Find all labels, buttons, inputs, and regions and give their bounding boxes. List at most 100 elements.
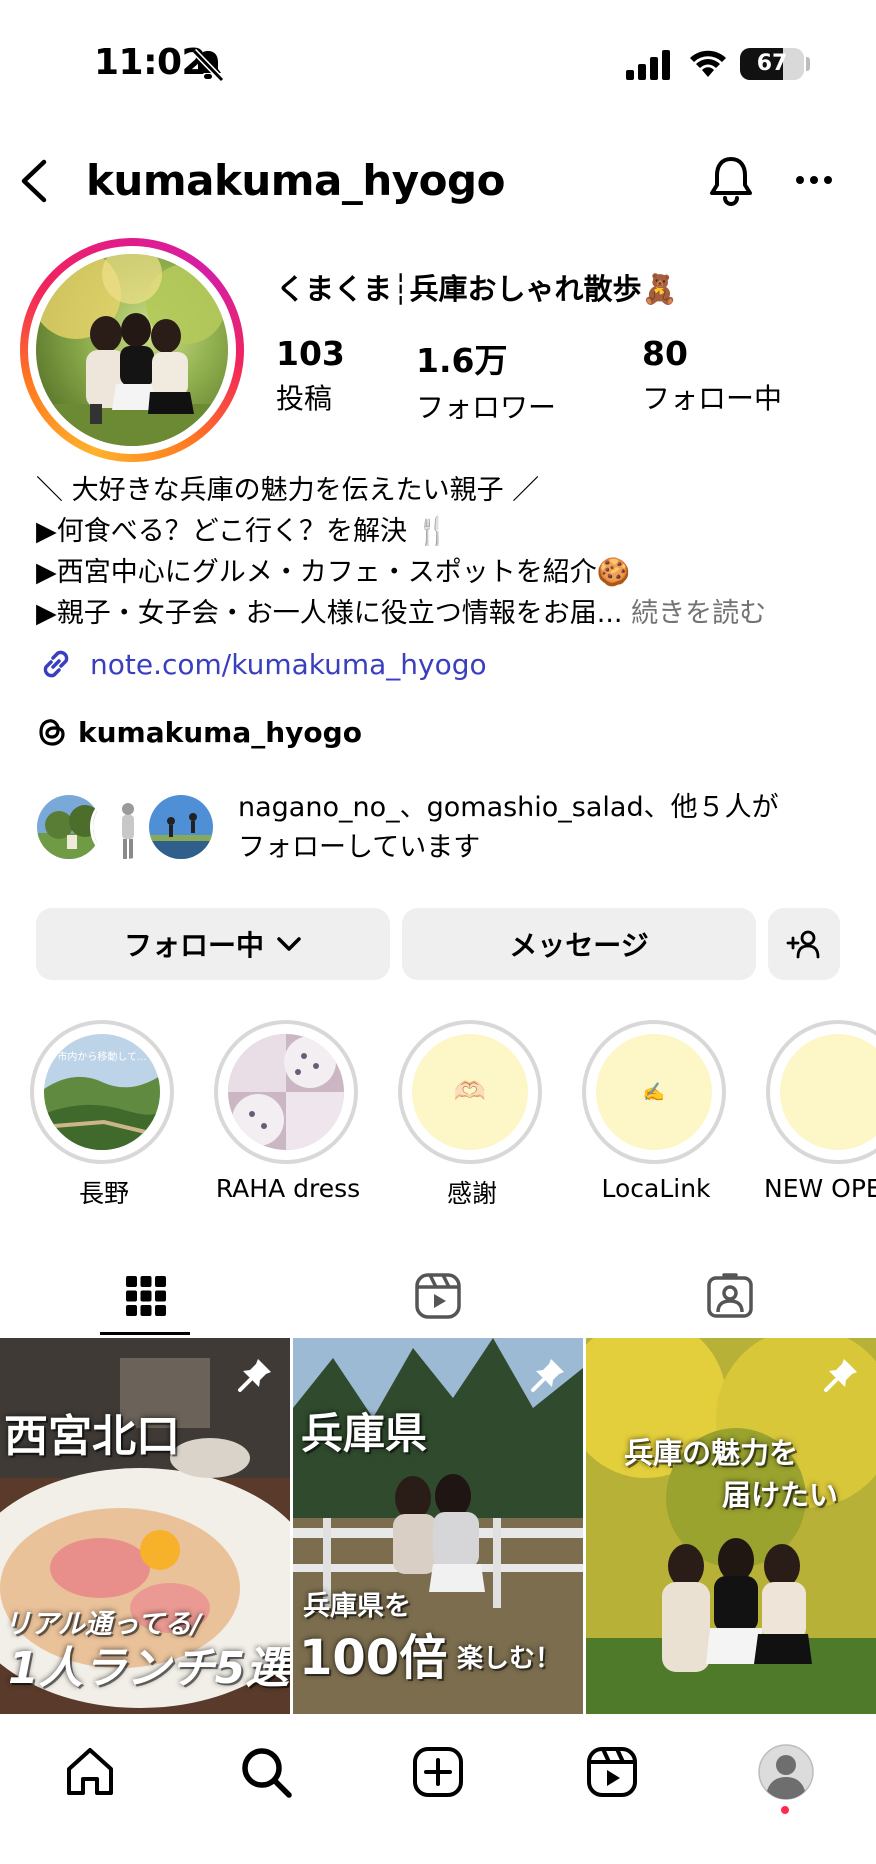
nav-reels[interactable] (582, 1742, 642, 1802)
bio-line: ＼ 大好きな兵庫の魅力を伝えたい親子 ／ (36, 475, 540, 506)
threads-badge[interactable]: kumakuma_hyogo (36, 710, 362, 754)
post-image (586, 1338, 876, 1714)
reels-icon (415, 1273, 461, 1319)
mutual-followers-line1: nagano_no_、gomashio_salad、他５人が (238, 792, 779, 823)
profile-avatar-icon (758, 1744, 814, 1800)
stat-followers-label: フォロワー (416, 391, 557, 424)
stat-posts-label: 投稿 (276, 382, 333, 415)
profile-avatar[interactable] (20, 238, 244, 462)
bio-line: ▶︎西宮中心にグルメ・カフェ・スポットを紹介🍪 (36, 557, 631, 588)
pin-icon (238, 1359, 271, 1392)
avatar-photo (36, 254, 228, 446)
battery-percentage: 67 (756, 51, 788, 76)
highlight-cover: 🫶🏻 (412, 1034, 528, 1150)
tab-posts-grid[interactable] (0, 1256, 292, 1336)
battery-indicator: 67 (740, 48, 804, 80)
search-icon (242, 1748, 292, 1798)
mutual-followers-avatars[interactable] (34, 788, 224, 864)
stat-following-value: 80 (642, 334, 688, 373)
cellular-signal-icon (626, 50, 670, 80)
post-thumbnail[interactable]: 西宮北口 リアル通ってる/ 1人ランチ5選 (0, 1338, 290, 1714)
suggested-users-button[interactable] (768, 908, 840, 980)
read-more-link[interactable]: 続きを読む (631, 598, 766, 629)
highlight-item[interactable]: RAHA dress (214, 1020, 362, 1203)
stat-followers[interactable]: 1.6万 フォロワー (416, 334, 556, 426)
home-icon (67, 1748, 113, 1795)
post-thumbnail[interactable]: 兵庫の魅力を 届けたい (586, 1338, 876, 1714)
highlight-ring (214, 1020, 358, 1164)
pin-icon (824, 1359, 857, 1392)
pin-icon (531, 1359, 564, 1392)
highlight-ring (766, 1020, 876, 1164)
avatar-illustration (36, 254, 228, 446)
bio-line: ▶︎何食べる？どこ行く？を解決 🍴 (36, 516, 450, 547)
reels-icon (587, 1747, 637, 1797)
post-title-line1: 兵庫の魅力を (624, 1436, 799, 1470)
profile-bio: ＼ 大好きな兵庫の魅力を伝えたい親子 ／ ▶︎何食べる？どこ行く？を解決 🍴 ▶… (36, 470, 856, 634)
stat-posts-value: 103 (276, 334, 345, 373)
post-title: 兵庫県 (301, 1409, 428, 1458)
profile-link[interactable]: note.com/kumakuma_hyogo (36, 642, 487, 686)
highlight-cover (228, 1034, 344, 1150)
following-button-label: フォロー中 (123, 929, 264, 962)
post-title-line2: 届けたい (722, 1478, 839, 1512)
highlight-item[interactable]: 市内から移動して... 長野 (30, 1020, 178, 1208)
battery-cap (806, 57, 810, 71)
wifi-icon (690, 50, 726, 77)
post-headline: 1人ランチ5選 (8, 1643, 290, 1694)
message-button[interactable]: メッセージ (402, 908, 756, 980)
bio-line-text: ▶︎親子・女子会・お一人様に役立つ情報をお届... (36, 598, 623, 629)
highlight-label: LocaLink (601, 1174, 711, 1203)
highlight-cover-image: 市内から移動して... (44, 1034, 160, 1150)
more-options-icon[interactable] (792, 168, 836, 192)
add-person-icon (786, 930, 820, 959)
bell-icon[interactable] (706, 154, 756, 208)
mutual-followers-text[interactable]: nagano_no_、gomashio_salad、他５人が フォローしています (238, 788, 858, 868)
tagged-person-icon (707, 1273, 753, 1318)
stat-following[interactable]: 80 フォロー中 (642, 334, 782, 417)
stat-posts[interactable]: 103 投稿 (276, 334, 345, 417)
highlight-item[interactable]: NEW OPEN (764, 1020, 876, 1203)
back-arrow-icon[interactable] (18, 158, 50, 204)
tab-reels[interactable] (292, 1256, 584, 1336)
post-tail: 楽しむ！ (457, 1644, 562, 1674)
grid-icon (126, 1276, 166, 1316)
mutual-followers-line2: フォローしています (238, 832, 481, 863)
post-title: 西宮北口 (4, 1411, 180, 1462)
profile-username-title: kumakuma_hyogo (86, 156, 505, 205)
nav-create[interactable] (408, 1742, 468, 1802)
notification-dot (781, 1806, 789, 1814)
heart-hands-icon: 🫶🏻 (453, 1077, 487, 1107)
following-button[interactable]: フォロー中 (36, 908, 390, 980)
threads-username: kumakuma_hyogo (78, 715, 362, 749)
mutual-avatar-image (149, 795, 213, 859)
highlight-cover: ✍️ (596, 1034, 712, 1150)
link-icon (43, 650, 69, 678)
tab-tagged[interactable] (584, 1256, 876, 1336)
stat-followers-value: 1.6万 (416, 341, 508, 380)
highlight-cover: 市内から移動して... (44, 1034, 160, 1150)
highlight-ring: 🫶🏻 (398, 1020, 542, 1164)
highlight-item[interactable]: 🫶🏻 感謝 (398, 1020, 546, 1208)
bio-line: ▶︎親子・女子会・お一人様に役立つ情報をお届... 続きを読む (36, 593, 856, 634)
highlight-cover-image (228, 1034, 344, 1150)
writing-hand-icon: ✍️ (642, 1081, 666, 1103)
highlight-item[interactable]: ✍️ LocaLink (582, 1020, 730, 1203)
bell-slash-icon (191, 48, 225, 82)
stat-following-label: フォロー中 (642, 382, 783, 415)
nav-profile[interactable] (756, 1742, 816, 1802)
plus-square-icon (413, 1747, 463, 1797)
profile-display-name: くまくま┆兵庫おしゃれ散歩🧸 (276, 272, 678, 306)
status-bar: 11:02 67 (0, 0, 876, 120)
nav-search[interactable] (236, 1742, 296, 1802)
threads-icon (39, 719, 65, 746)
profile-link-text[interactable]: note.com/kumakuma_hyogo (90, 648, 487, 681)
highlight-overlay-text: 市内から移動して... (57, 1050, 146, 1063)
nav-home[interactable] (60, 1742, 120, 1802)
highlight-ring: ✍️ (582, 1020, 726, 1164)
message-button-label: メッセージ (509, 929, 649, 962)
chevron-down-icon (277, 937, 301, 951)
post-thumbnail[interactable]: 兵庫県 兵庫県を 100倍 楽しむ！ (293, 1338, 583, 1714)
highlight-ring: 市内から移動して... (30, 1020, 174, 1164)
post-headline: 100倍 (299, 1630, 448, 1686)
